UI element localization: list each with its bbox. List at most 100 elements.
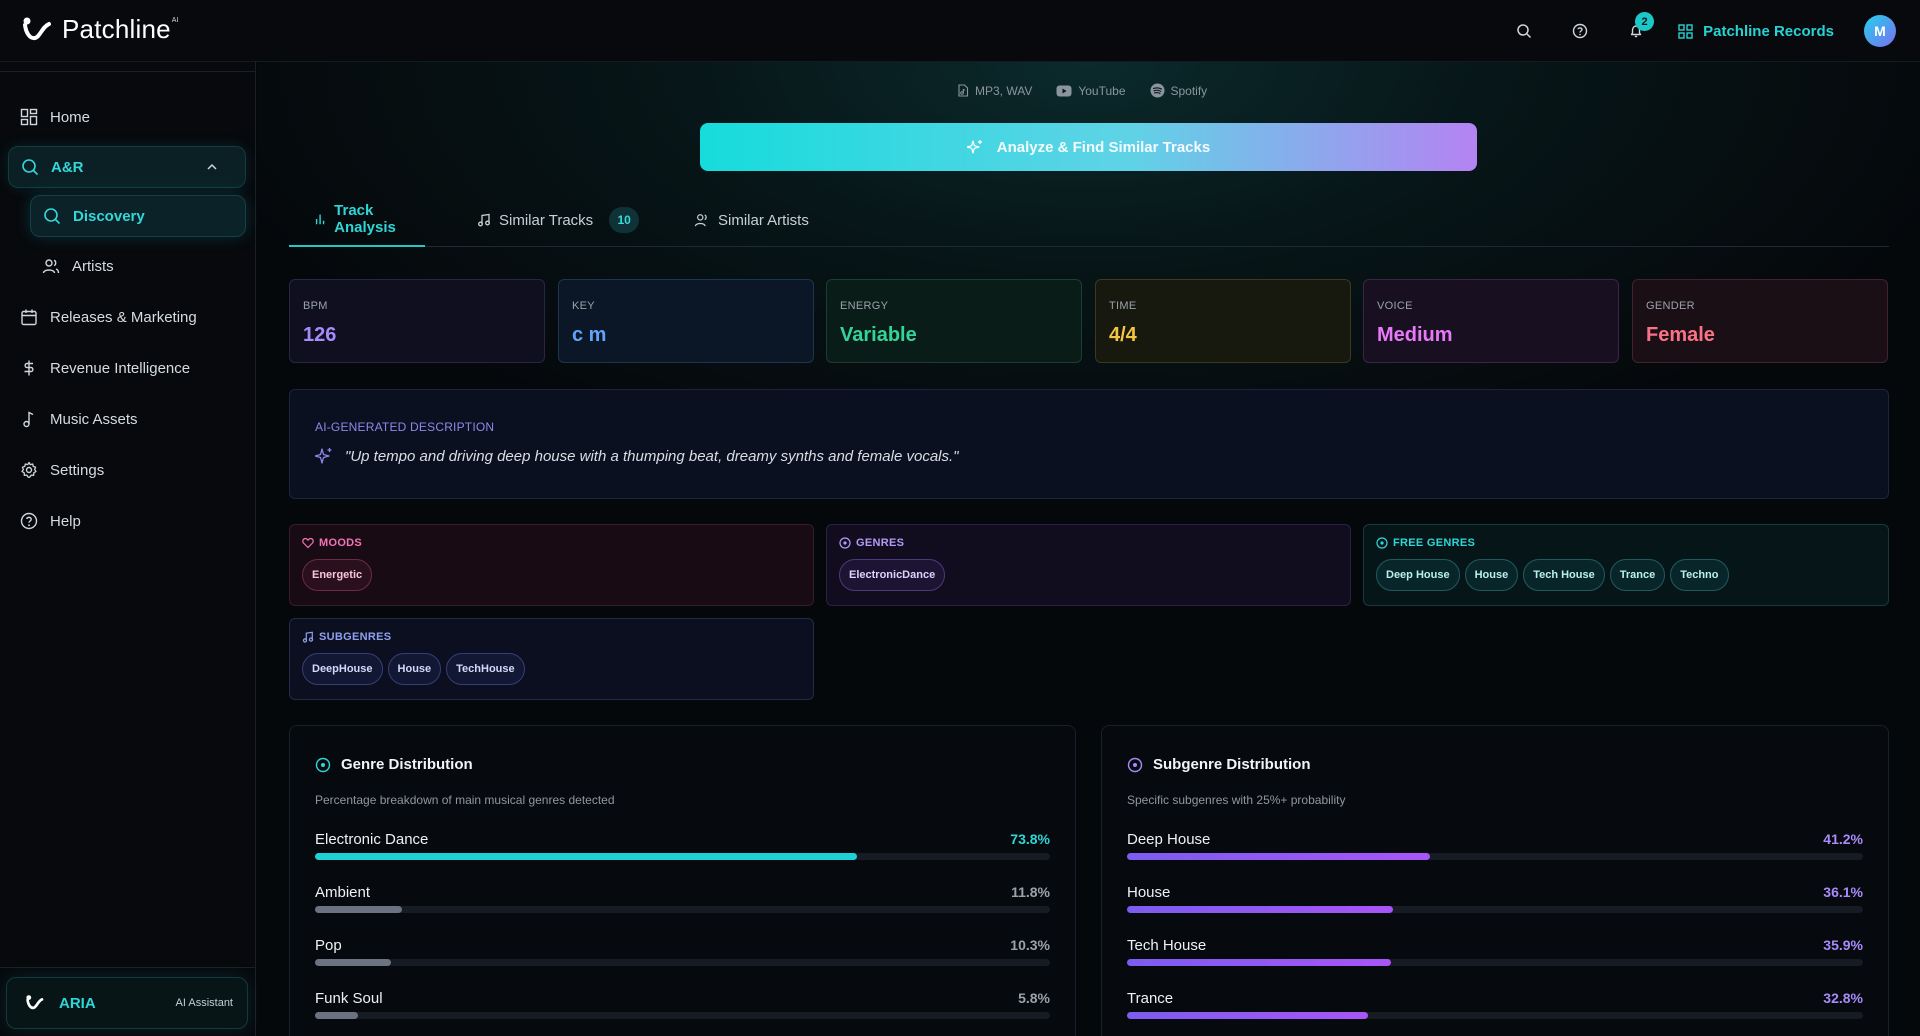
panel-subtitle: Percentage breakdown of main musical gen… <box>315 793 615 807</box>
subgenres-card: SUBGENRES DeepHouse House TechHouse <box>289 618 814 700</box>
distribution-row: House 36.1% <box>1127 884 1863 937</box>
spotify-icon <box>1150 83 1164 98</box>
stat-label: VOICE <box>1377 300 1413 312</box>
stat-value: 126 <box>303 324 337 346</box>
subgenre-tag[interactable]: DeepHouse <box>302 653 383 685</box>
tab-similar-tracks[interactable]: Similar Tracks 10 <box>477 193 640 247</box>
free-genres-card: FREE GENRES Deep House House Tech House … <box>1363 524 1889 606</box>
music-note-icon <box>23 411 34 428</box>
distribution-row: Deep House 41.2% <box>1127 831 1863 884</box>
search-icon <box>44 208 61 225</box>
analysis-tabs: Track Analysis Similar Tracks 10 Similar… <box>289 193 1889 247</box>
free-genre-tag[interactable]: Techno <box>1670 559 1729 591</box>
bar-fill <box>1127 906 1393 913</box>
help-circle-icon <box>20 512 38 530</box>
sidebar-item-label: Help <box>50 512 81 530</box>
source-file: MP3, WAV <box>957 84 1032 98</box>
sidebar-item-revenue-intelligence[interactable]: Revenue Intelligence <box>8 347 246 389</box>
moods-label: MOODS <box>319 537 363 549</box>
sidebar-item-discovery[interactable]: Discovery <box>30 195 246 237</box>
sidebar-item-artists[interactable]: Artists <box>30 245 246 287</box>
bar-track <box>315 906 1050 913</box>
mood-tag[interactable]: Energetic <box>302 559 373 591</box>
sidebar-item-releases-marketing[interactable]: Releases & Marketing <box>8 296 246 338</box>
bar-track <box>315 959 1050 966</box>
bar-label: Funk Soul <box>315 990 383 1007</box>
bar-track <box>1127 853 1863 860</box>
genres-label: GENRES <box>856 537 905 549</box>
bar-label: Deep House <box>1127 831 1211 848</box>
panel-title: Subgenre Distribution <box>1153 756 1311 773</box>
sidebar-item-label: Artists <box>72 257 114 275</box>
bar-track <box>1127 959 1863 966</box>
tab-similar-artists[interactable]: Similar Artists <box>694 193 809 247</box>
sidebar-divider <box>0 71 256 72</box>
subgenre-tag[interactable]: House <box>387 653 442 685</box>
help-button[interactable] <box>1560 12 1600 50</box>
stat-card-time: TIME 4/4 <box>1095 279 1351 363</box>
bar-label: House <box>1127 884 1171 901</box>
sidebar-item-music-assets[interactable]: Music Assets <box>8 398 246 440</box>
source-label: Spotify <box>1170 83 1208 98</box>
main-content: MP3, WAV YouTube Spotify Analyze & Find … <box>257 62 1920 1036</box>
sidebar-item-settings[interactable]: Settings <box>8 449 246 491</box>
sidebar-item-help[interactable]: Help <box>8 500 246 542</box>
dollar-icon <box>24 360 34 376</box>
patchline-logo-icon <box>26 995 44 1010</box>
subgenre-tag[interactable]: TechHouse <box>446 653 525 685</box>
free-genre-tag[interactable]: Trance <box>1609 559 1666 591</box>
heart-icon <box>302 537 314 549</box>
stat-card-energy: ENERGY Variable <box>826 279 1082 363</box>
grid-icon <box>1678 23 1693 39</box>
analyze-button[interactable]: Analyze & Find Similar Tracks <box>700 123 1477 171</box>
stat-card-voice: VOICE Medium <box>1363 279 1619 363</box>
free-genre-tag[interactable]: House <box>1464 559 1519 591</box>
bar-label: Ambient <box>315 884 371 901</box>
stat-value: Medium <box>1377 324 1453 346</box>
ai-description-text: "Up tempo and driving deep house with a … <box>345 447 959 465</box>
sidebar-item-ar[interactable]: A&R <box>8 146 246 188</box>
org-name: Patchline Records <box>1703 22 1834 40</box>
aria-assistant-button[interactable]: ARIA AI Assistant <box>6 977 248 1029</box>
distribution-row: Funk Soul 5.8% <box>315 990 1050 1036</box>
bar-percent: 41.2% <box>1823 831 1863 847</box>
search-button[interactable] <box>1504 12 1544 50</box>
panel-subtitle: Specific subgenres with 25%+ probability <box>1127 793 1346 807</box>
sidebar-item-home[interactable]: Home <box>8 96 246 138</box>
subgenre-distribution-panel: Subgenre Distribution Specific subgenres… <box>1101 725 1889 1036</box>
chevron-up-icon[interactable] <box>205 160 219 174</box>
genre-bar-list: Electronic Dance 73.8% Ambient 11.8% Pop 10.3… <box>315 831 1050 1036</box>
bar-fill <box>1127 1012 1369 1019</box>
bar-percent: 10.3% <box>1010 937 1050 953</box>
org-switcher[interactable]: Patchline Records <box>1678 23 1834 40</box>
aria-subtitle: AI Assistant <box>175 997 233 1009</box>
notifications-button[interactable]: 2 <box>1616 12 1656 50</box>
stat-label: BPM <box>303 300 328 312</box>
bar-percent: 36.1% <box>1823 884 1863 900</box>
free-genre-tag[interactable]: Tech House <box>1523 559 1605 591</box>
genre-tag[interactable]: ElectronicDance <box>839 559 946 591</box>
calendar-icon <box>21 309 37 326</box>
bar-label: Pop <box>315 937 342 954</box>
user-avatar[interactable]: M <box>1864 15 1896 47</box>
stat-value: c m <box>572 324 607 346</box>
distribution-row: Trance 32.8% <box>1127 990 1863 1036</box>
bar-percent: 73.8% <box>1010 831 1050 847</box>
similar-tracks-count-badge: 10 <box>609 207 640 233</box>
source-youtube: YouTube <box>1056 83 1126 98</box>
brand-logo[interactable]: Patchline AI <box>22 14 178 45</box>
free-genre-tag[interactable]: Deep House <box>1376 559 1460 591</box>
bar-percent: 5.8% <box>1018 990 1050 1006</box>
bar-track <box>315 853 1050 860</box>
source-label: YouTube <box>1078 83 1126 98</box>
distribution-row: Electronic Dance 73.8% <box>315 831 1050 884</box>
bar-label: Trance <box>1127 990 1174 1007</box>
ai-description-card: AI-GENERATED DESCRIPTION "Up tempo and d… <box>289 389 1889 499</box>
tab-track-analysis[interactable]: Track Analysis <box>289 193 425 247</box>
target-icon <box>315 757 331 772</box>
sidebar-item-label: Settings <box>50 461 105 479</box>
bar-fill <box>315 1012 358 1019</box>
stat-value: Variable <box>840 324 917 346</box>
search-icon <box>1517 24 1532 39</box>
tab-label: Track Analysis <box>334 202 396 236</box>
